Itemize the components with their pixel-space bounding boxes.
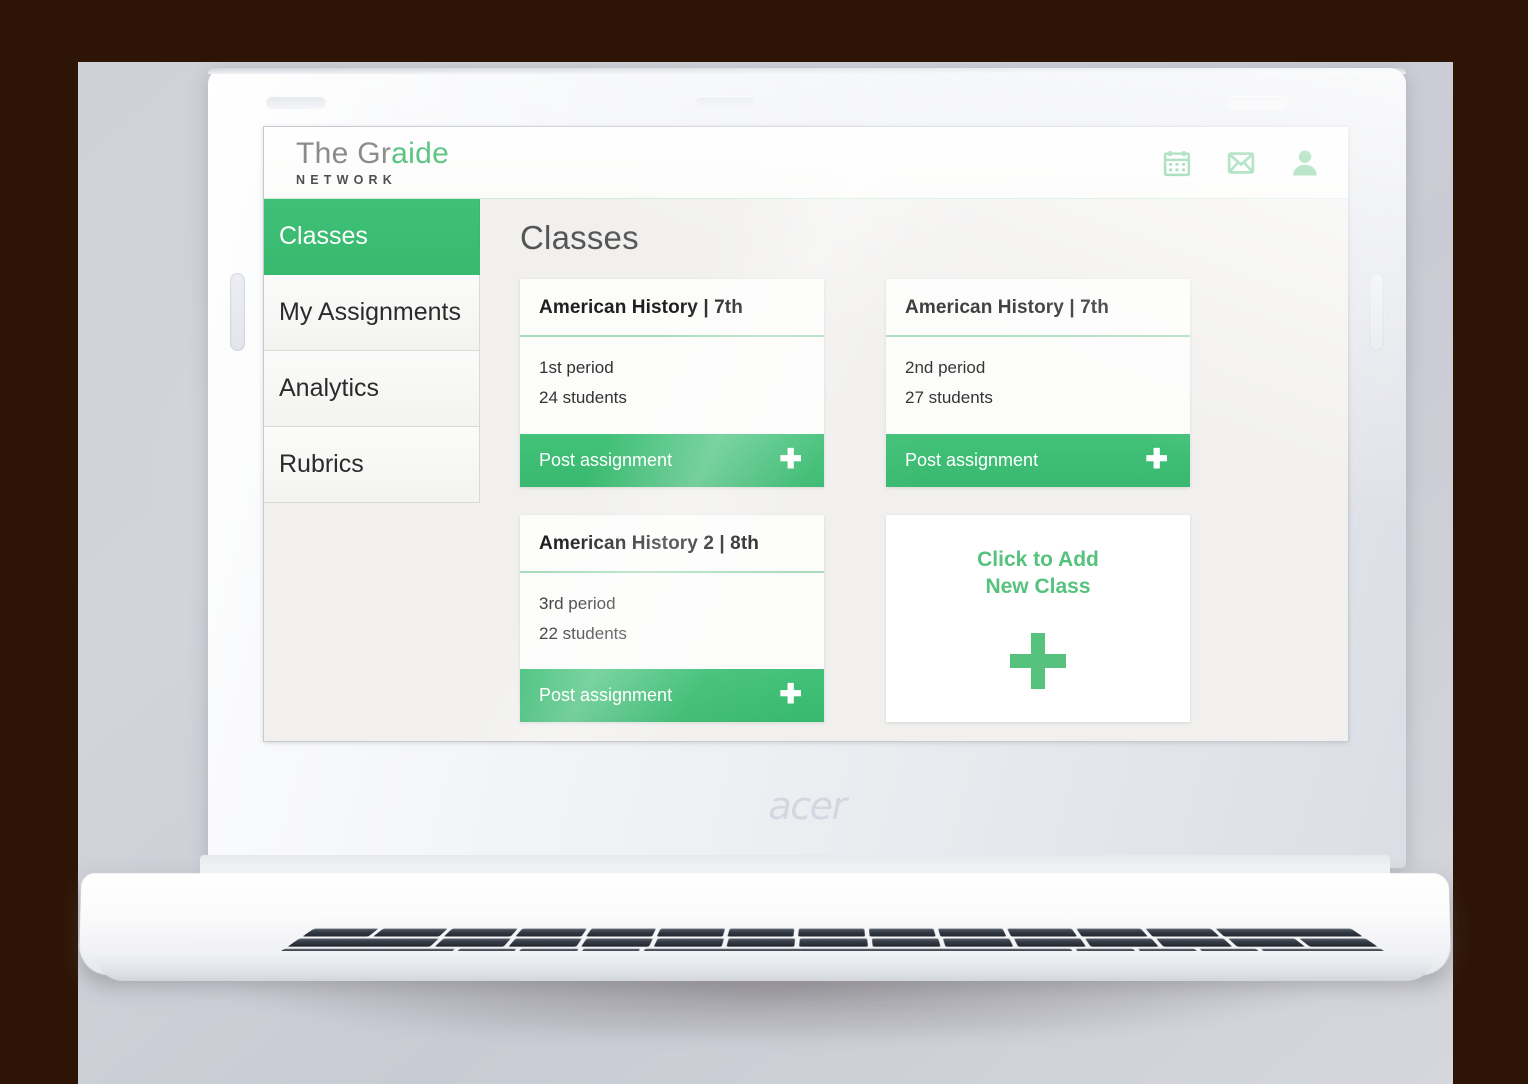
- class-card[interactable]: American History | 7th 2nd period 27 stu…: [886, 279, 1190, 487]
- laptop-screen: The Graide NETWORK Classes My Assignment…: [264, 127, 1348, 741]
- lid-bumper-left: [266, 96, 326, 109]
- add-new-class-line1: Click to Add: [977, 548, 1099, 572]
- class-card-meta: 1st period 24 students: [520, 337, 824, 434]
- class-card-period: 1st period: [539, 358, 614, 377]
- sidebar-item-label: Classes: [279, 222, 368, 250]
- post-assignment-label: Post assignment: [539, 449, 673, 470]
- add-new-class-label: Click to Add New Class: [977, 547, 1099, 601]
- sidebar-item-analytics[interactable]: Analytics: [264, 351, 480, 427]
- class-card-title: American History 2 | 8th: [520, 515, 824, 573]
- logo-wordmark-gray: The Gr: [296, 136, 392, 170]
- app-body: Classes My Assignments Analytics Rubrics…: [264, 199, 1348, 741]
- post-assignment-button[interactable]: Post assignment ✚: [520, 433, 824, 487]
- class-card-students: 27 students: [905, 388, 993, 408]
- class-card-meta: 2nd period 27 students: [886, 337, 1190, 434]
- class-card-students: 24 students: [539, 388, 627, 408]
- app-logo[interactable]: The Graide NETWORK: [296, 136, 450, 187]
- base-front-lip: [94, 951, 1436, 981]
- app-header: The Graide NETWORK: [264, 127, 1348, 199]
- mail-icon[interactable]: [1226, 148, 1256, 178]
- user-icon[interactable]: [1290, 148, 1320, 178]
- sidebar-item-rubrics[interactable]: Rubrics: [264, 427, 480, 503]
- keyboard-row: [287, 938, 1378, 947]
- add-new-class-line2: New Class: [985, 575, 1091, 599]
- logo-wordmark-accent: aide: [391, 136, 450, 170]
- lid-bumper-right: [1228, 96, 1288, 109]
- plus-icon: ✚: [779, 679, 802, 709]
- page-title: Classes: [520, 219, 639, 256]
- laptop-base: [78, 855, 1452, 1000]
- class-card[interactable]: American History | 7th 1st period 24 stu…: [520, 279, 824, 487]
- post-assignment-label: Post assignment: [539, 685, 673, 705]
- class-card-period: 3rd period: [539, 593, 616, 613]
- plus-icon: ✚: [1145, 443, 1168, 474]
- post-assignment-button[interactable]: Post assignment ✚: [520, 669, 824, 722]
- sidebar-item-label: Rubrics: [279, 450, 364, 478]
- class-card-period: 2nd period: [905, 358, 986, 377]
- calendar-icon[interactable]: [1162, 148, 1192, 178]
- sidebar-item-label: Analytics: [279, 374, 380, 402]
- keyboard-row: [302, 928, 1363, 937]
- class-card[interactable]: American History 2 | 8th 3rd period 22 s…: [520, 514, 824, 722]
- post-assignment-button[interactable]: Post assignment ✚: [886, 433, 1190, 487]
- class-card-title: American History | 7th: [886, 279, 1190, 337]
- add-new-class-card[interactable]: Click to Add New Class: [886, 514, 1190, 722]
- sidebar-item-classes[interactable]: Classes: [264, 199, 480, 275]
- class-card-students: 22 students: [539, 623, 627, 643]
- lid-top-edge: [208, 68, 1406, 74]
- screenshot-stage: The Graide NETWORK Classes My Assignment…: [0, 0, 1528, 1084]
- lid-bumper-center: [695, 96, 755, 109]
- bezel-slot-left: [230, 273, 245, 351]
- post-assignment-label: Post assignment: [905, 449, 1039, 470]
- sidebar-item-label: My Assignments: [279, 298, 462, 326]
- main-content: Classes American History | 7th 1st perio…: [480, 199, 1348, 741]
- class-card-meta: 3rd period 22 students: [520, 573, 824, 670]
- laptop-brand-mark: acer: [768, 784, 847, 828]
- bezel-slot-right: [1369, 273, 1384, 351]
- plus-icon: [1010, 633, 1066, 690]
- sidebar: Classes My Assignments Analytics Rubrics: [264, 199, 480, 741]
- sidebar-item-my-assignments[interactable]: My Assignments: [264, 275, 480, 351]
- laptop-lid: The Graide NETWORK Classes My Assignment…: [208, 68, 1406, 868]
- class-card-grid: American History | 7th 1st period 24 stu…: [520, 279, 1320, 722]
- class-card-title: American History | 7th: [520, 279, 824, 337]
- plus-icon: ✚: [779, 443, 802, 474]
- logo-wordmark: The Graide: [296, 136, 450, 170]
- header-icon-group: [1162, 148, 1320, 178]
- logo-subtitle: NETWORK: [296, 172, 397, 187]
